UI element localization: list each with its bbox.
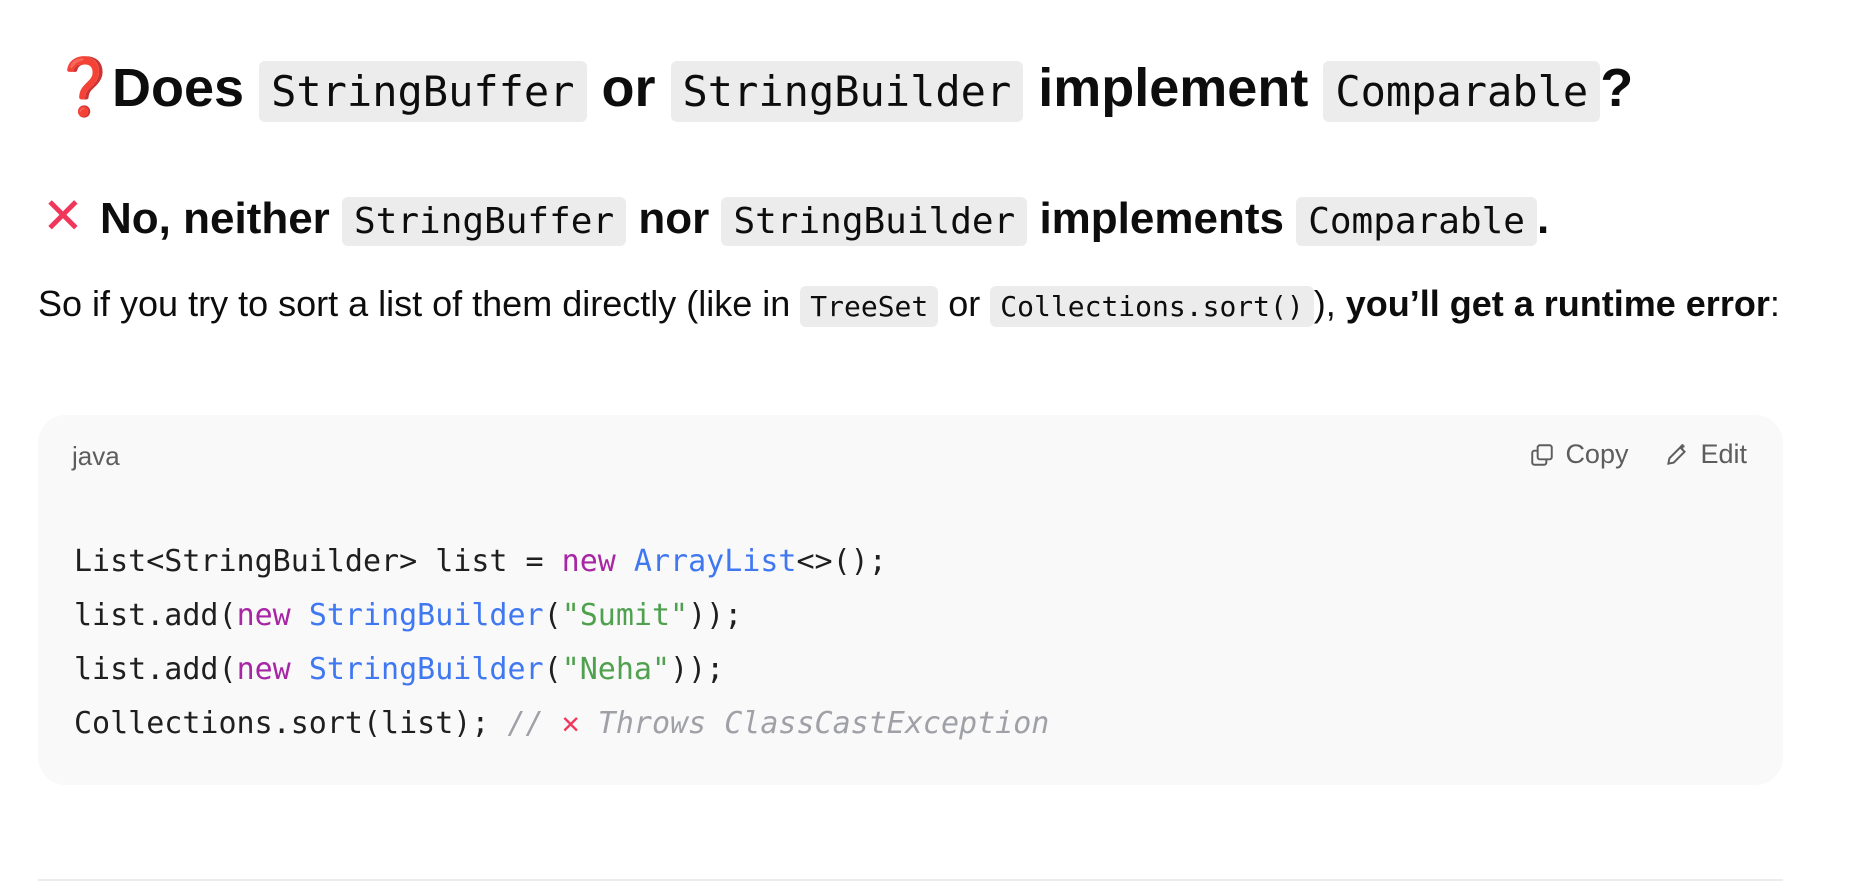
inline-code: StringBuffer: [342, 197, 627, 246]
code-token: "Neha": [561, 652, 671, 687]
inline-code: StringBuffer: [259, 61, 587, 122]
code-token: List<StringBuilder> list =: [74, 544, 562, 579]
code-token: "Sumit": [561, 598, 689, 633]
code-line: list.add(new StringBuilder("Sumit"));: [74, 589, 1049, 643]
description-paragraph: So if you try to sort a list of them dir…: [38, 272, 1783, 339]
paragraph-text: So if you try to sort a list of them dir…: [38, 283, 801, 324]
code-token: StringBuilder: [308, 652, 544, 687]
copy-icon: [1531, 443, 1554, 466]
code-token: list.add(: [74, 598, 237, 633]
heading-text: nor: [626, 194, 722, 243]
heading-text: implements: [1027, 194, 1297, 243]
paragraph-text: ),: [1313, 283, 1346, 324]
code-token: Collections.sort(list);: [74, 706, 508, 741]
code-token: Throws ClassCastException: [579, 706, 1050, 741]
code-token: (: [543, 598, 562, 633]
edit-button[interactable]: Edit: [1664, 439, 1747, 470]
chat-page: ❓Does StringBuffer or StringBuilder impl…: [0, 0, 1865, 895]
code-token: list.add(: [74, 652, 237, 687]
heading-text: implement: [1023, 58, 1324, 118]
code-line: Collections.sort(list); // ✕ Throws Clas…: [74, 697, 1049, 751]
paragraph-text: or: [938, 283, 991, 324]
code-token: new: [561, 544, 616, 579]
inline-code: Comparable: [1296, 197, 1537, 246]
pencil-icon: [1667, 443, 1687, 465]
inline-code: Collections.sort(): [990, 286, 1314, 327]
heading-text: Does: [112, 58, 260, 118]
question-mark-icon: ❓: [50, 55, 120, 118]
divider: [38, 879, 1783, 881]
code-block: java Copy Edit List<StringBuilder> list …: [38, 415, 1783, 785]
inline-code: StringBuilder: [721, 197, 1028, 246]
code-token: (: [543, 652, 562, 687]
cross-mark-icon: ✕: [561, 706, 580, 741]
code-token: //: [507, 706, 562, 741]
copy-label: Copy: [1565, 439, 1629, 469]
answer-heading: ✕ No, neither StringBuffer nor StringBuil…: [38, 185, 1549, 253]
code-token: new: [236, 598, 291, 633]
code-actions: Copy Edit: [1529, 439, 1747, 470]
inline-code: Comparable: [1323, 61, 1601, 122]
code-line: List<StringBuilder> list = new ArrayList…: [74, 535, 1049, 589]
question-heading: ❓Does StringBuffer or StringBuilder impl…: [50, 50, 1633, 129]
code-line: list.add(new StringBuilder("Neha"));: [74, 643, 1049, 697]
code-token: ));: [688, 598, 743, 633]
code-token: ));: [670, 652, 725, 687]
inline-code: StringBuilder: [670, 61, 1024, 122]
code-token: StringBuilder: [308, 598, 544, 633]
copy-button[interactable]: Copy: [1529, 439, 1628, 470]
cross-mark-icon: ✕: [42, 188, 84, 244]
code-token: <>();: [796, 544, 887, 579]
bold-text: you’ll get a runtime error: [1345, 283, 1770, 324]
heading-text: ?: [1600, 58, 1634, 118]
code-token: new: [236, 652, 291, 687]
heading-text: No, neither: [100, 194, 343, 243]
inline-code: TreeSet: [800, 286, 939, 327]
code-language-label: java: [72, 441, 120, 471]
heading-text: .: [1536, 194, 1550, 243]
code-content: List<StringBuilder> list = new ArrayList…: [74, 535, 1049, 751]
heading-text: or: [586, 58, 671, 118]
paragraph-text: :: [1769, 283, 1780, 324]
edit-label: Edit: [1700, 439, 1747, 469]
code-token: ArrayList: [633, 544, 797, 579]
